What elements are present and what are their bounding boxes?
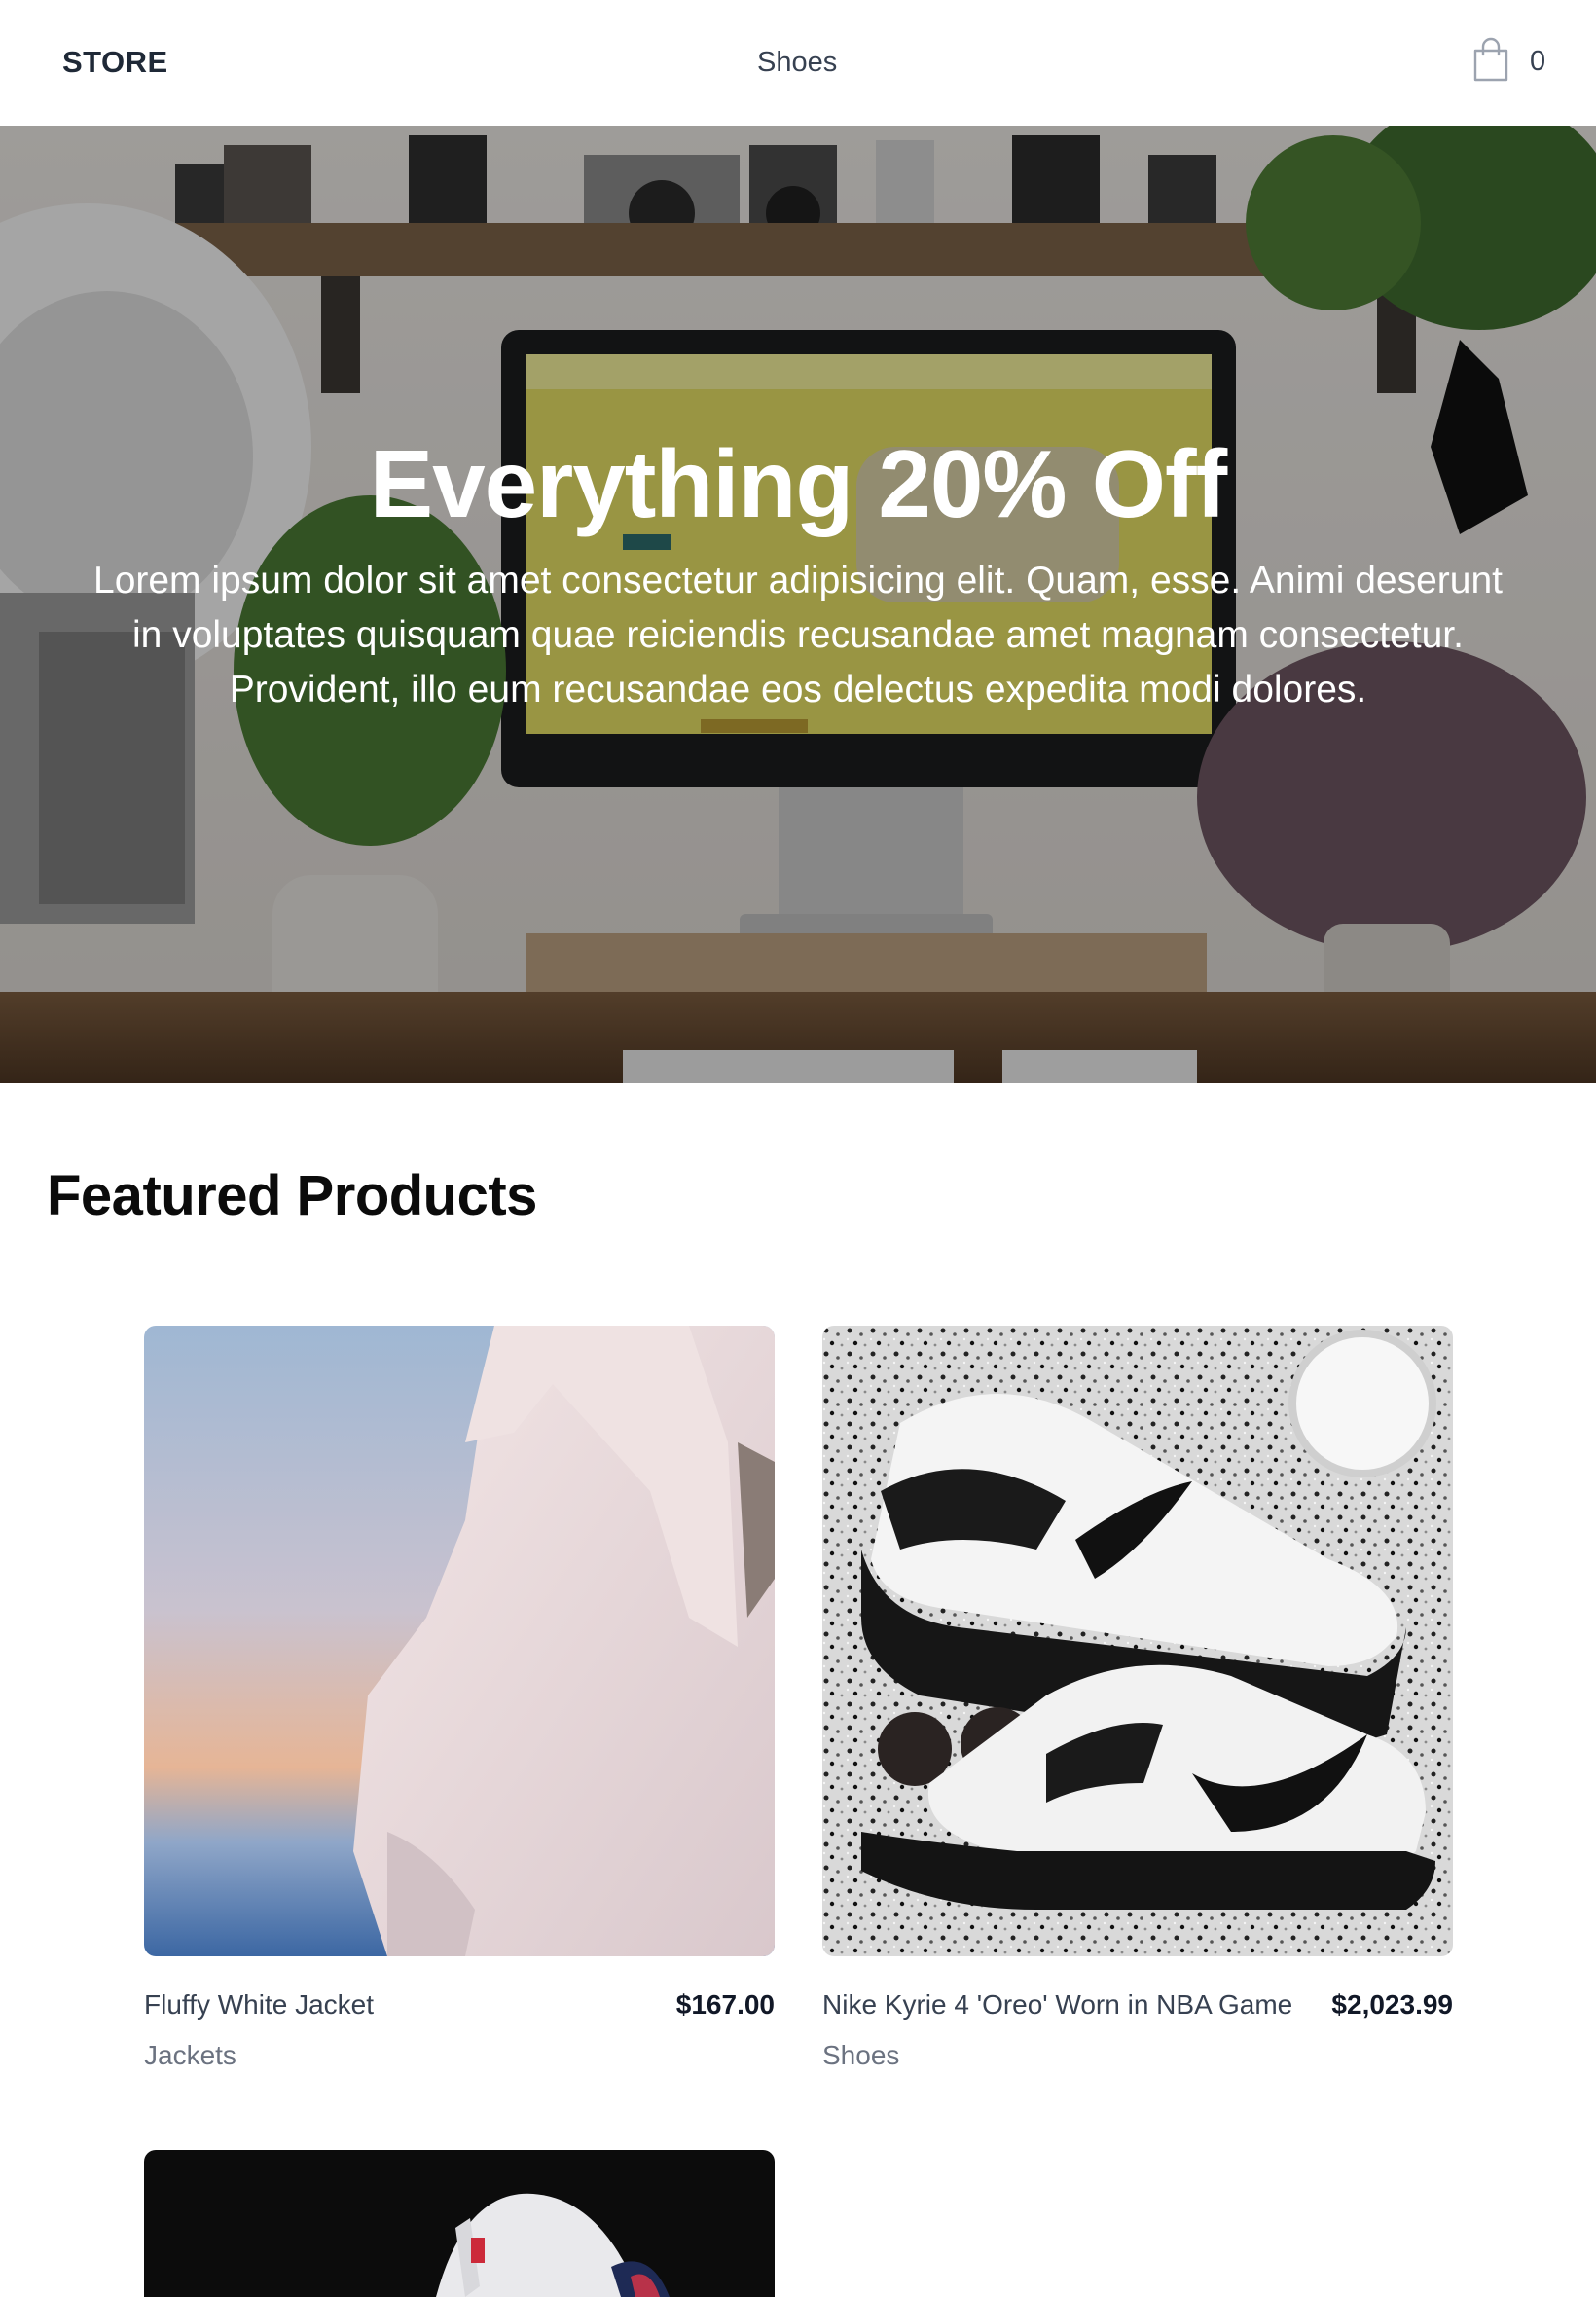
product-category: Jackets xyxy=(144,2040,236,2070)
hero-title: Everything 20% Off xyxy=(369,430,1228,537)
shopping-bag-icon xyxy=(1471,37,1510,87)
cart-button[interactable]: 0 xyxy=(1471,37,1545,86)
product-card[interactable] xyxy=(144,2150,775,2297)
product-price: $2,023.99 xyxy=(1331,1989,1453,2020)
hero-description: Lorem ipsum dolor sit amet consectetur a… xyxy=(93,560,1503,711)
store-logo[interactable]: STORE xyxy=(62,45,168,80)
product-card[interactable]: Fluffy White Jacket $167.00 Jackets xyxy=(144,1326,775,2071)
cart-count: 0 xyxy=(1530,45,1546,77)
hero-banner: Everything 20% Off Lorem ipsum dolor sit… xyxy=(0,126,1596,1083)
product-price: $167.00 xyxy=(675,1989,775,2020)
product-image-jacket[interactable] xyxy=(144,1326,775,1956)
product-name[interactable]: Nike Kyrie 4 'Oreo' Worn in NBA Game xyxy=(822,1989,1292,2021)
product-image-sneakers[interactable] xyxy=(822,1326,1453,1956)
nav-link-shoes[interactable]: Shoes xyxy=(757,47,837,79)
product-name[interactable]: Fluffy White Jacket xyxy=(144,1989,374,2021)
product-card[interactable]: Nike Kyrie 4 'Oreo' Worn in NBA Game $2,… xyxy=(822,1326,1453,2071)
product-category: Shoes xyxy=(822,2040,900,2070)
featured-products-title: Featured Products xyxy=(47,1164,537,1227)
product-image-fila-shoe[interactable] xyxy=(144,2150,775,2297)
header: STORE Shoes 0 xyxy=(0,0,1596,126)
